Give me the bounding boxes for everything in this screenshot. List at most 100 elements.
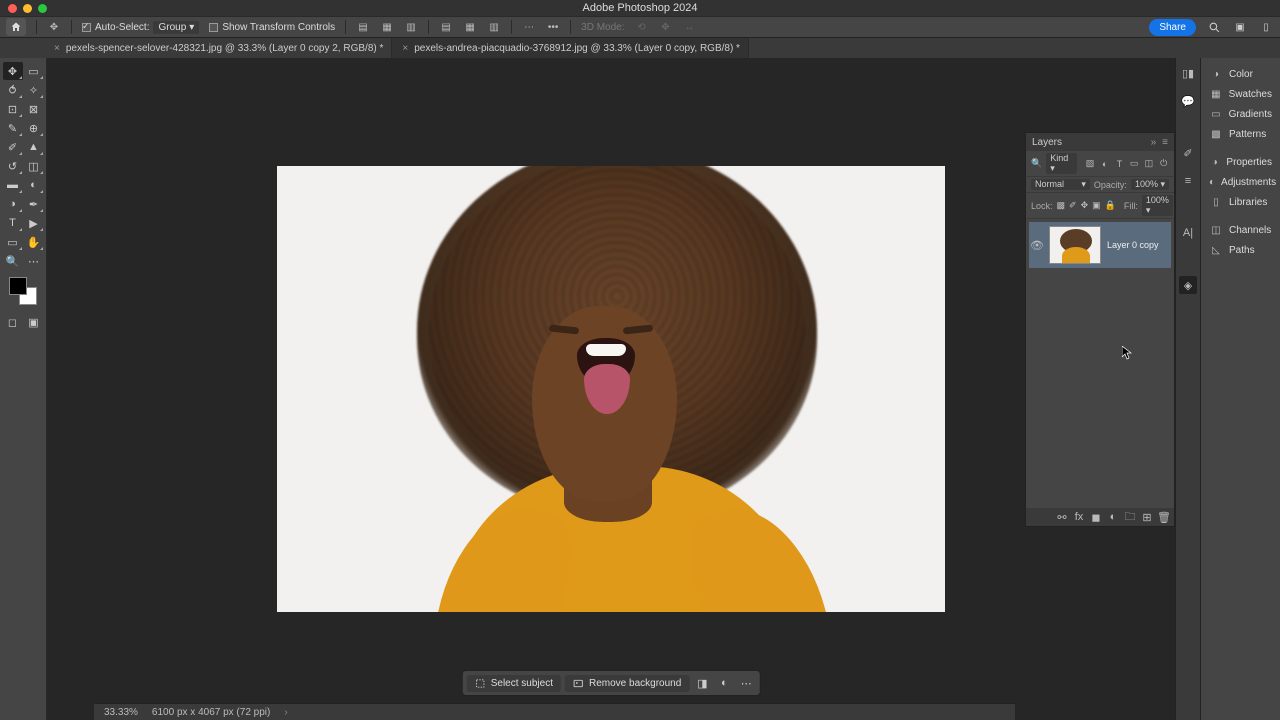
new-layer-icon[interactable]: ⊞	[1141, 511, 1153, 523]
layer-name[interactable]: Layer 0 copy	[1107, 240, 1159, 250]
layer-row[interactable]: 👁 Layer 0 copy	[1029, 222, 1171, 268]
crop-tool[interactable]: ⊡	[3, 100, 23, 118]
layer-mask-icon[interactable]: ◼	[1090, 511, 1102, 523]
distribute-icon[interactable]: ⋯	[522, 20, 536, 34]
channels-panel-tab[interactable]: ◫Channels	[1201, 220, 1280, 240]
artboard-tool[interactable]: ▭	[24, 62, 44, 80]
foreground-color[interactable]	[9, 277, 27, 295]
opacity-value[interactable]: 100% ▾	[1131, 179, 1169, 190]
transform-icon[interactable]: ◨	[693, 674, 711, 692]
lasso-tool[interactable]: ⥀	[3, 81, 23, 99]
magic-wand-tool[interactable]: ✧	[24, 81, 44, 99]
blend-mode-select[interactable]: Normal ▾	[1031, 179, 1090, 190]
align-center-v-icon[interactable]: ▦	[463, 20, 477, 34]
align-left-icon[interactable]: ▤	[356, 20, 370, 34]
align-right-icon[interactable]: ▥	[404, 20, 418, 34]
filter-pixel-icon[interactable]: ▧	[1085, 158, 1096, 170]
libraries-panel-tab[interactable]: ▯Libraries	[1201, 192, 1280, 212]
layers-panel-header[interactable]: Layers » ≡	[1026, 133, 1174, 151]
move-tool-icon[interactable]: ✥	[47, 20, 61, 34]
home-button[interactable]	[6, 18, 26, 36]
color-panel-tab[interactable]: ◑Color	[1201, 64, 1280, 84]
align-bottom-icon[interactable]: ▥	[487, 20, 501, 34]
adjustments-panel-tab[interactable]: ◐Adjustments	[1201, 172, 1280, 192]
minimize-window[interactable]	[23, 4, 32, 13]
filter-kind[interactable]: Kind ▾	[1046, 153, 1076, 174]
rectangle-tool[interactable]: ▭	[3, 233, 23, 251]
show-transform-checkbox[interactable]	[209, 23, 218, 32]
status-chevron-icon[interactable]: ›	[284, 707, 287, 718]
align-top-icon[interactable]: ▤	[439, 20, 453, 34]
auto-select-target[interactable]: Group▾	[153, 21, 199, 34]
pen-tool[interactable]: ✒	[24, 195, 44, 213]
share-button[interactable]: Share	[1149, 19, 1196, 36]
move-tool[interactable]: ✥	[3, 62, 23, 80]
patterns-panel-tab[interactable]: ▩Patterns	[1201, 124, 1280, 144]
auto-select-group[interactable]: Auto-Select: Group▾	[82, 21, 199, 34]
comments-icon[interactable]: 💬	[1179, 92, 1197, 110]
adjustments-icon[interactable]: ≡	[1179, 172, 1197, 190]
layer-thumbnail[interactable]	[1049, 226, 1101, 264]
more-align-icon[interactable]: •••	[546, 20, 560, 34]
histogram-icon[interactable]: ▯▮	[1179, 64, 1197, 82]
layers-dock-icon[interactable]: ◈	[1179, 276, 1197, 294]
eyedropper-tool[interactable]: ✎	[3, 119, 23, 137]
lock-all-icon[interactable]: 🔒	[1105, 200, 1116, 212]
collapse-icon[interactable]: »	[1151, 137, 1157, 148]
lock-artboard-icon[interactable]: ▣	[1092, 200, 1101, 212]
edit-toolbar[interactable]: ⋯	[24, 252, 44, 270]
filter-toggle-icon[interactable]: ⏻	[1158, 158, 1169, 170]
visibility-toggle-icon[interactable]: 👁	[1031, 239, 1043, 251]
search-icon[interactable]: 🔍	[1031, 158, 1042, 170]
maximize-window[interactable]	[38, 4, 47, 13]
filter-type-icon[interactable]: T	[1114, 158, 1125, 170]
screen-mode-icon[interactable]: ▣	[24, 313, 44, 331]
brush-tool[interactable]: ✐	[3, 138, 23, 156]
panel-menu-icon[interactable]: ≡	[1162, 137, 1168, 148]
filter-shape-icon[interactable]: ▭	[1129, 158, 1140, 170]
gradient-tool[interactable]: ▬	[3, 176, 23, 194]
adjustment-layer-icon[interactable]: ◐	[1107, 511, 1119, 523]
zoom-tool[interactable]: 🔍	[3, 252, 23, 270]
hand-tool[interactable]: ✋	[24, 233, 44, 251]
document-tab[interactable]: × pexels-spencer-selover-428321.jpg @ 33…	[44, 38, 392, 58]
filter-adjust-icon[interactable]: ◐	[1099, 158, 1110, 170]
zoom-value[interactable]: 33.33%	[104, 707, 138, 718]
search-icon[interactable]	[1206, 19, 1222, 35]
lock-position-icon[interactable]: ✥	[1081, 200, 1089, 212]
character-icon[interactable]: A|	[1179, 224, 1197, 242]
color-swatches[interactable]	[9, 277, 37, 305]
eraser-tool[interactable]: ◫	[24, 157, 44, 175]
properties-panel-tab[interactable]: ◑Properties	[1201, 152, 1280, 172]
remove-background-button[interactable]: Remove background	[565, 675, 689, 692]
document-canvas[interactable]	[277, 166, 945, 612]
close-tab-icon[interactable]: ×	[402, 43, 408, 54]
healing-tool[interactable]: ⊕	[24, 119, 44, 137]
fill-value[interactable]: 100% ▾	[1142, 195, 1173, 216]
quick-mask-icon[interactable]: ◻	[3, 313, 23, 331]
auto-select-checkbox[interactable]	[82, 23, 91, 32]
filter-smart-icon[interactable]: ◫	[1144, 158, 1155, 170]
link-layers-icon[interactable]: ⚯	[1056, 511, 1068, 523]
select-subject-button[interactable]: Select subject	[467, 675, 561, 692]
close-tab-icon[interactable]: ×	[54, 43, 60, 54]
close-window[interactable]	[8, 4, 17, 13]
brush-settings-icon[interactable]: ✐	[1179, 144, 1197, 162]
frame-tool[interactable]: ⊠	[24, 100, 44, 118]
paths-panel-tab[interactable]: ◺Paths	[1201, 240, 1280, 260]
lock-pixels-icon[interactable]: ✐	[1069, 200, 1077, 212]
layer-fx-icon[interactable]: fx	[1073, 511, 1085, 523]
history-brush-tool[interactable]: ↺	[3, 157, 23, 175]
workspace-switcher-icon[interactable]: ▣	[1232, 19, 1248, 35]
doc-dimensions[interactable]: 6100 px x 4067 px (72 ppi)	[152, 707, 270, 718]
gradients-panel-tab[interactable]: ▭Gradients	[1201, 104, 1280, 124]
stamp-tool[interactable]: ▲	[24, 138, 44, 156]
path-select-tool[interactable]: ▶	[24, 214, 44, 232]
swatches-panel-tab[interactable]: ▦Swatches	[1201, 84, 1280, 104]
group-icon[interactable]: 🗀	[1124, 511, 1136, 523]
align-center-h-icon[interactable]: ▦	[380, 20, 394, 34]
properties-icon[interactable]: ◐	[715, 674, 733, 692]
layers-panel[interactable]: Layers » ≡ 🔍 Kind ▾ ▧ ◐ T ▭ ◫ ⏻ Normal ▾…	[1025, 132, 1175, 527]
blur-tool[interactable]: ◐	[24, 176, 44, 194]
show-transform-group[interactable]: Show Transform Controls	[209, 22, 335, 33]
